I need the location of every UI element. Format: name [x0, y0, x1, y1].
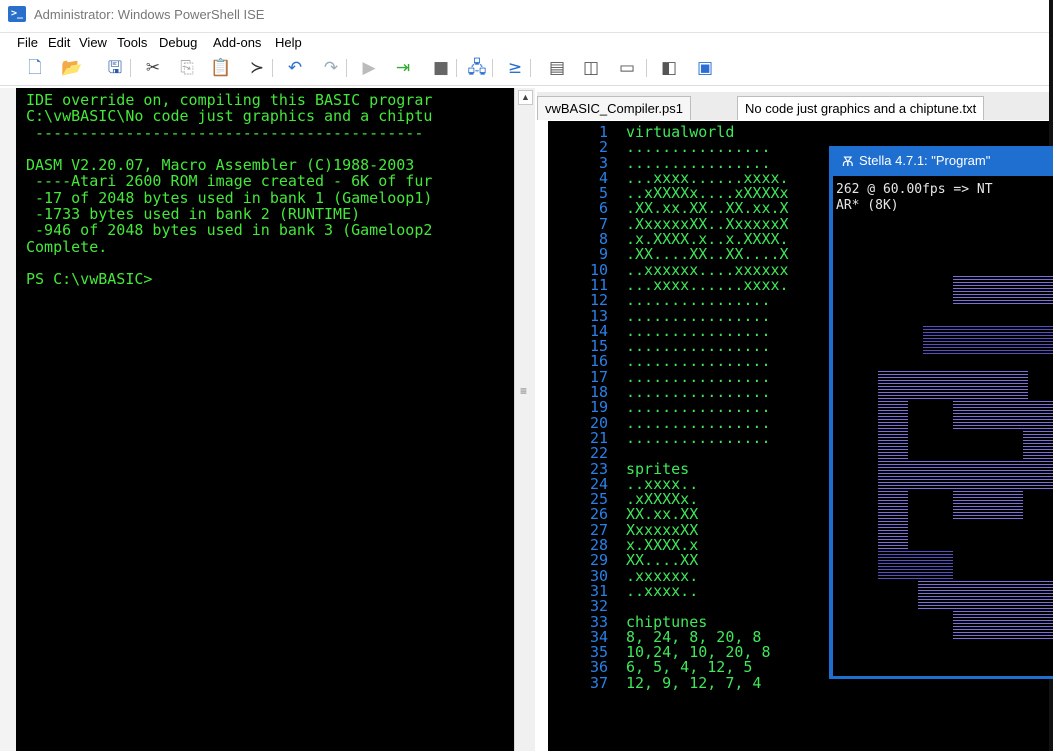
sprite-block — [953, 491, 1023, 521]
emulator-info-overlay: 262 @ 60.00fps => NT AR* (8K) — [836, 182, 993, 214]
sprite-block — [953, 276, 1053, 306]
paste-icon[interactable]: 📋 — [210, 57, 232, 79]
stella-title-bar[interactable]: Ѫ Stella 4.7.1: "Program" — [829, 146, 1049, 176]
toolbar-separator — [646, 59, 647, 77]
sprite-block — [953, 611, 1053, 641]
menu-tools[interactable]: Tools — [117, 35, 147, 50]
new-script-icon[interactable]: 🗋 — [24, 57, 46, 79]
sprite-block — [918, 581, 1053, 611]
toolbar: 🗋 📂 🖫 ✂ ⎘ 📋 ≻ ↶ ↷ ▶ ⇥ ■ 🖧 ≥ ▤ ◫ ▭ ◧ ▣ — [0, 53, 1049, 86]
toolbar-separator — [130, 59, 131, 77]
sprite-block — [878, 371, 1028, 401]
remote-powershell-icon[interactable]: 🖧 — [466, 57, 488, 79]
run-script-icon[interactable]: ▶ — [358, 57, 380, 79]
menu-file[interactable]: File — [17, 35, 38, 50]
stop-icon[interactable]: ■ — [430, 57, 452, 79]
copy-icon[interactable]: ⎘ — [176, 57, 198, 79]
sprite-block — [878, 551, 953, 581]
toolbar-separator — [492, 59, 493, 77]
toolbar-separator — [272, 59, 273, 77]
sprite-block — [878, 461, 1053, 491]
run-selection-icon[interactable]: ⇥ — [392, 57, 414, 79]
stella-emulator-window[interactable]: Ѫ Stella 4.7.1: "Program" 262 @ 60.00fps… — [829, 146, 1053, 679]
window-title: Administrator: Windows PowerShell ISE — [34, 7, 265, 22]
sprite-block — [1023, 401, 1053, 461]
console-pane[interactable]: IDE override on, compiling this BASIC pr… — [16, 88, 514, 751]
scroll-up-arrow-icon[interactable]: ▲ — [518, 90, 533, 105]
sprite-block — [953, 401, 1023, 431]
rom-info: AR* (8K) — [836, 198, 899, 213]
layout-right-icon[interactable]: ◫ — [580, 57, 602, 79]
emulator-screen[interactable]: 262 @ 60.00fps => NT AR* (8K) — [833, 176, 1053, 676]
menu-view[interactable]: View — [79, 35, 107, 50]
menu-addons[interactable]: Add-ons — [213, 35, 261, 50]
redo-icon[interactable]: ↷ — [320, 57, 342, 79]
undo-icon[interactable]: ↶ — [284, 57, 306, 79]
menu-help[interactable]: Help — [275, 35, 302, 50]
splitter-grip-icon[interactable]: ≡ — [520, 384, 527, 398]
show-commands-icon[interactable]: ▣ — [694, 57, 716, 79]
menu-edit[interactable]: Edit — [48, 35, 70, 50]
script-tabs: vwBASIC_Compiler.ps1 No code just graphi… — [537, 92, 1049, 120]
menu-debug[interactable]: Debug — [159, 35, 197, 50]
line-number-gutter: 1 2 3 4 5 6 7 8 9 10 11 12 13 14 15 16 1… — [589, 123, 608, 692]
save-icon[interactable]: 🖫 — [104, 57, 126, 79]
sprite-block — [923, 326, 1053, 356]
console-gutter — [0, 88, 16, 751]
code-text[interactable]: virtualworld ................ ..........… — [626, 124, 789, 691]
powershell-icon: >_ — [8, 6, 26, 22]
console-output[interactable]: IDE override on, compiling this BASIC pr… — [26, 92, 432, 288]
pane-splitter[interactable]: ▲ ≡ — [514, 88, 535, 751]
open-icon[interactable]: 📂 — [61, 57, 83, 79]
sprite-block — [878, 491, 908, 551]
tab-vwbasic-compiler[interactable]: vwBASIC_Compiler.ps1 — [537, 96, 691, 120]
toolbar-separator — [456, 59, 457, 77]
fps-readout: 262 @ 60.00fps => NT — [836, 182, 993, 197]
layout-max-icon[interactable]: ▭ — [616, 57, 638, 79]
layout-top-icon[interactable]: ▤ — [546, 57, 568, 79]
toolbar-separator — [530, 59, 531, 77]
start-powershell-icon[interactable]: ≥ — [504, 57, 526, 79]
menu-bar: File Edit View Tools Debug Add-ons Help — [0, 33, 1049, 53]
cut-icon[interactable]: ✂ — [142, 57, 164, 79]
tab-chiptune-txt[interactable]: No code just graphics and a chiptune.txt — [737, 96, 985, 120]
atari-logo-icon: Ѫ — [842, 153, 854, 169]
stella-title: Stella 4.7.1: "Program" — [859, 153, 991, 168]
show-script-pane-icon[interactable]: ◧ — [658, 57, 680, 79]
title-bar: >_ Administrator: Windows PowerShell ISE — [0, 0, 1049, 33]
toolbar-separator — [346, 59, 347, 77]
sprite-block — [878, 401, 908, 461]
clear-console-icon[interactable]: ≻ — [246, 57, 268, 79]
